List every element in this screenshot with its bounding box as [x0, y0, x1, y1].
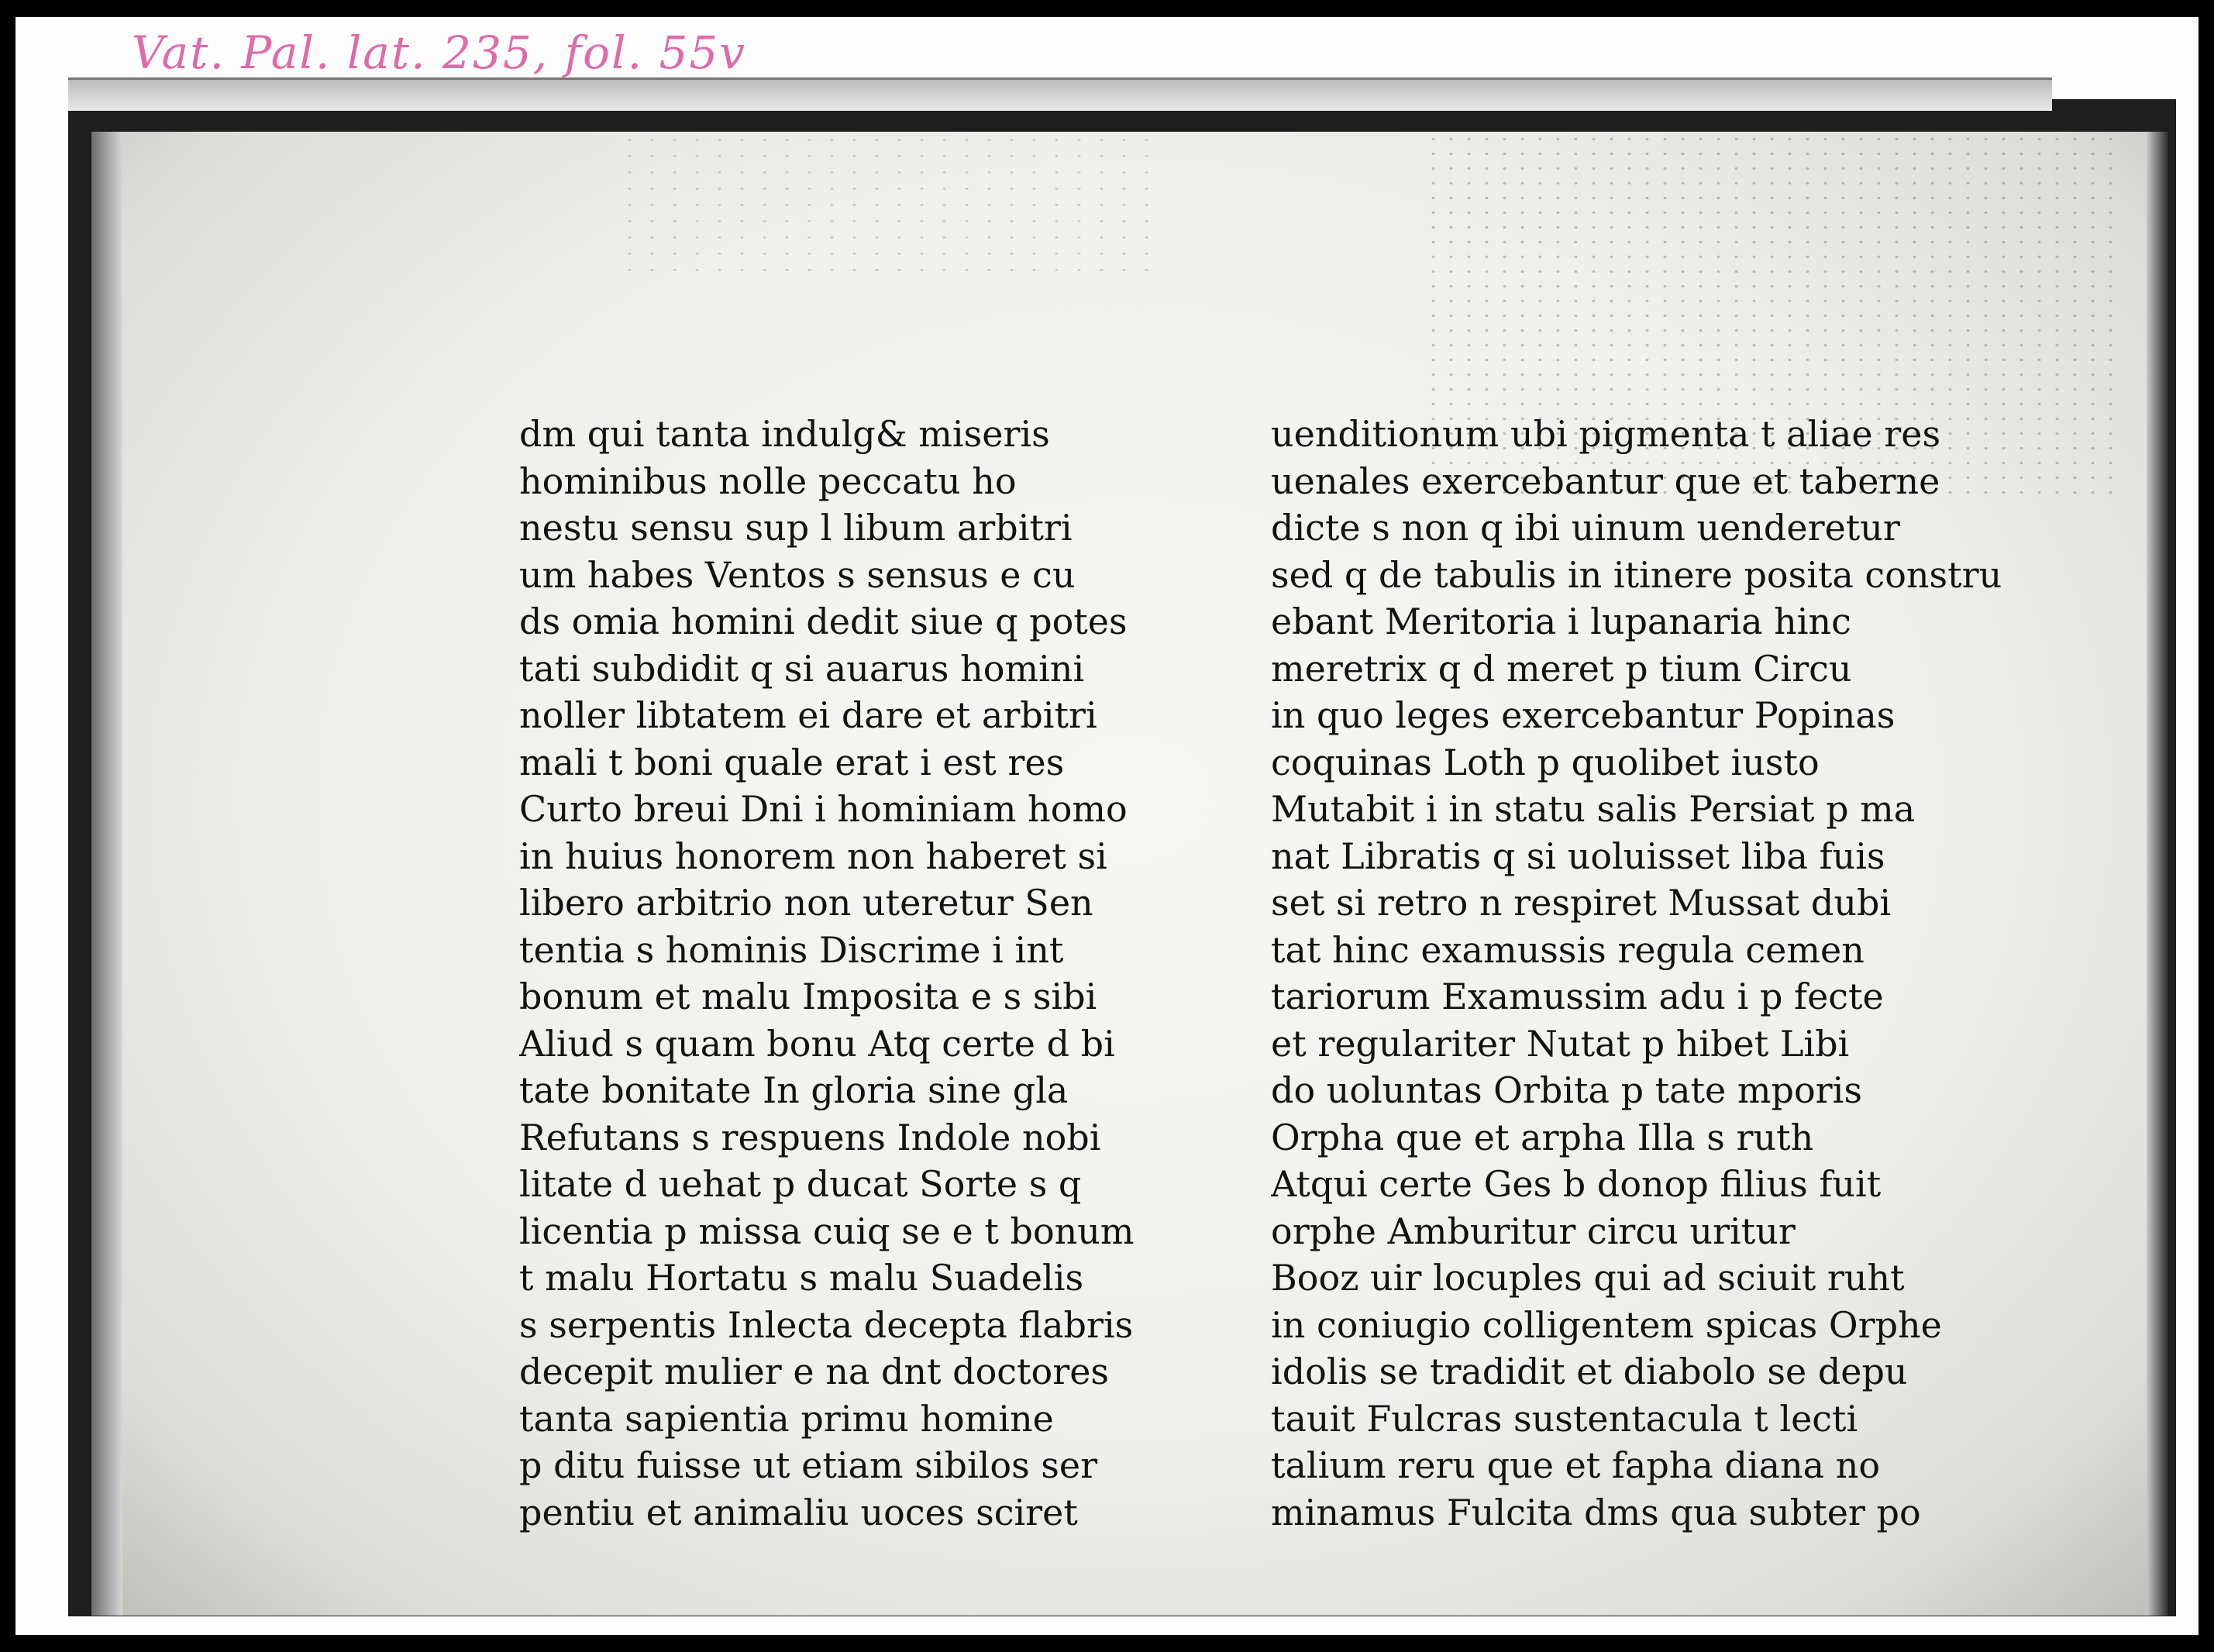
- text-line: ds omia homini dedit siue q potes: [519, 601, 1128, 642]
- text-line: Aliud s quam bonu Atq certe d bi: [519, 1022, 1115, 1065]
- text-line: dicte s non q ibi uinum uenderetur: [1271, 507, 1900, 549]
- text-line: uenditionum ubi pigmenta t aliae res: [1271, 413, 1941, 455]
- text-line: Orpha que et arpha Illa s ruth: [1271, 1116, 1814, 1158]
- text-line: tanta sapientia primu homine: [519, 1397, 1054, 1440]
- left-text-column: dm qui tanta indulg& miseris hominibus n…: [519, 411, 1201, 1536]
- manuscript-leaf: dm qui tanta indulg& miseris hominibus n…: [91, 132, 2168, 1616]
- text-line: s serpentis Inlecta decepta flabris: [519, 1303, 1134, 1346]
- text-line: nat Libratis q si uoluisset liba fuis: [1271, 835, 1885, 877]
- text-line: Curto breui Dni i hominiam homo: [519, 788, 1128, 830]
- text-line: sed q de tabulis in itinere posita const…: [1271, 553, 2002, 596]
- text-line: et regulariter Nutat p hibet Libi: [1271, 1022, 1850, 1065]
- text-line: pentiu et animaliu uoces sciret: [519, 1491, 1078, 1533]
- text-line: meretrix q d meret p tium Circu: [1271, 647, 1852, 690]
- text-line: coquinas Loth p quolibet iusto: [1271, 741, 1820, 783]
- text-line: in coniugio colligentem spicas Orphe: [1271, 1303, 1942, 1346]
- text-line: Mutabit i in statu salis Persiat p ma: [1271, 788, 1916, 830]
- text-line: p ditu fuisse ut etiam sibilos ser: [519, 1444, 1098, 1486]
- shelfmark-annotation: Vat. Pal. lat. 235, fol. 55v: [132, 26, 747, 79]
- text-line: Booz uir locuples qui ad sciuit ruht: [1271, 1257, 1905, 1299]
- leaf-top-edge: [68, 77, 2052, 111]
- text-line: mali t boni quale erat i est res: [519, 741, 1065, 783]
- photograph-background: Vat. Pal. lat. 235, fol. 55v dm qui tant…: [0, 0, 2214, 1652]
- right-text-column: uenditionum ubi pigmenta t aliae res uen…: [1271, 411, 2046, 1536]
- text-line: libero arbitrio non uteretur Sen: [519, 882, 1093, 924]
- foxing-spots-top: [618, 132, 1161, 271]
- text-line: idolis se tradidit et diabolo se depu: [1271, 1351, 1908, 1392]
- text-line: tat hinc examussis regula cemen: [1271, 928, 1865, 971]
- text-line: talium reru que et fapha diana no: [1271, 1444, 1881, 1486]
- text-line: set si retro n respiret Mussat dubi: [1271, 882, 1892, 924]
- text-line: tentia s hominis Discrime i int: [519, 928, 1064, 971]
- text-line: tauit Fulcras sustentacula t lecti: [1271, 1397, 1858, 1440]
- text-line: hominibus nolle peccatu ho: [519, 459, 1017, 502]
- left-binding-shadow: [91, 132, 122, 1616]
- text-line: litate d uehat p ducat Sorte s q: [519, 1163, 1082, 1205]
- text-line: Refutans s respuens Indole nobi: [519, 1116, 1101, 1158]
- text-line: Atqui certe Ges b donop filius fuit: [1271, 1163, 1882, 1205]
- text-line: orphe Amburitur circu uritur: [1271, 1210, 1796, 1252]
- text-line: ebant Meritoria i lupanaria hinc: [1271, 601, 1851, 642]
- text-line: in quo leges exercebantur Popinas: [1271, 694, 1896, 736]
- text-line: decepit mulier e na dnt doctores: [519, 1351, 1110, 1392]
- text-line: bonum et malu Imposita e s sibi: [519, 976, 1097, 1017]
- text-line: tariorum Examussim adu i p fecte: [1271, 976, 1884, 1017]
- right-edge-shadow: [2147, 132, 2168, 1616]
- text-line: uenales exercebantur que et taberne: [1271, 459, 1940, 502]
- text-line: t malu Hortatu s malu Suadelis: [519, 1257, 1084, 1299]
- text-line: in huius honorem non haberet si: [519, 835, 1107, 877]
- text-line: tate bonitate In gloria sine gla: [519, 1069, 1069, 1111]
- text-line: um habes Ventos s sensus e cu: [519, 553, 1076, 596]
- text-line: noller libtatem ei dare et arbitri: [519, 694, 1097, 736]
- text-line: tati subdidit q si auarus homini: [519, 647, 1085, 690]
- text-line: minamus Fulcita dms qua subter po: [1271, 1491, 1921, 1533]
- text-line: dm qui tanta indulg& miseris: [519, 413, 1050, 455]
- text-line: nestu sensu sup l libum arbitri: [519, 507, 1073, 549]
- text-line: licentia p missa cuiq se e t bonum: [519, 1210, 1135, 1252]
- text-line: do uoluntas Orbita p tate mporis: [1271, 1069, 1862, 1111]
